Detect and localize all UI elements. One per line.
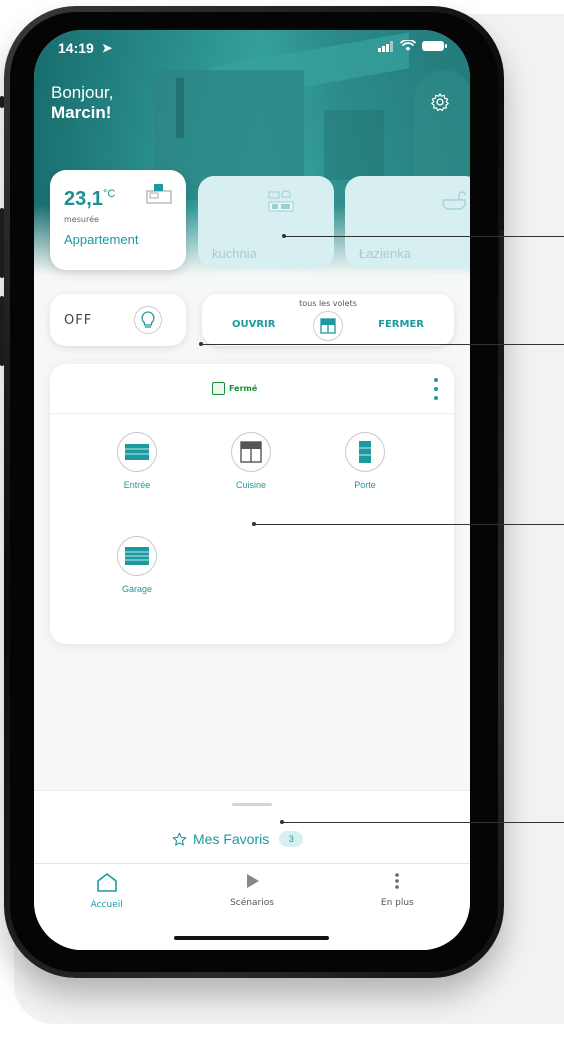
device-entree[interactable]: Entrée xyxy=(92,432,182,490)
status-time: 14:19 xyxy=(58,40,94,56)
callout-line xyxy=(254,524,564,525)
drag-handle[interactable] xyxy=(232,803,272,806)
device-cuisine[interactable]: Cuisine xyxy=(206,432,296,490)
favorites-count-badge: 3 xyxy=(279,831,304,847)
device-label: Entrée xyxy=(123,480,151,490)
tab-en-plus[interactable]: En plus xyxy=(325,864,470,923)
tv-icon xyxy=(146,184,172,204)
callout-line xyxy=(282,822,564,823)
kitchen-icon xyxy=(268,190,294,212)
favorites-label: Mes Favoris xyxy=(193,831,270,847)
mockup-canvas: 14:19 ➤ Bonjour, Marcin! 23,1°C mesurée … xyxy=(0,0,564,1052)
tab-label: En plus xyxy=(380,898,414,908)
closed-door-icon xyxy=(212,382,225,395)
shutters-control: tous les volets OUVRIR FERMER xyxy=(202,294,454,346)
shutter-icon xyxy=(313,311,343,341)
favorites-sheet: Mes Favoris 3 Accueil Scénarios En plus xyxy=(34,790,470,950)
mute-switch xyxy=(0,96,4,108)
temperature-value: 23,1 xyxy=(64,188,103,210)
wifi-icon xyxy=(400,40,416,51)
status-bar: 14:19 ➤ xyxy=(58,40,448,60)
tab-label: Accueil xyxy=(90,900,123,910)
garage-door-icon xyxy=(117,536,157,576)
temperature-sublabel: mesurée xyxy=(64,215,99,224)
tab-scenarios[interactable]: Scénarios xyxy=(179,864,324,923)
shutters-title: tous les volets xyxy=(299,299,357,308)
battery-icon xyxy=(422,41,447,51)
more-options-icon[interactable] xyxy=(434,378,438,400)
location-arrow-icon: ➤ xyxy=(102,41,113,55)
power-button xyxy=(500,230,504,340)
device-group-card: Fermé Entrée Cuisine Porte Garage xyxy=(50,364,454,644)
star-icon xyxy=(172,832,187,846)
window-icon xyxy=(231,432,271,472)
home-icon xyxy=(96,873,117,892)
room-card-kuchnia[interactable]: kuchnia xyxy=(198,176,334,268)
device-porte[interactable]: Porte xyxy=(320,432,410,490)
user-name: Marcin! xyxy=(51,103,112,122)
tree xyxy=(414,70,470,190)
gate-icon xyxy=(117,432,157,472)
open-all-button[interactable]: OUVRIR xyxy=(232,319,275,330)
tab-label: Scénarios xyxy=(230,898,274,908)
room-card-lazienka[interactable]: Łazienka xyxy=(345,176,470,268)
volume-down-button xyxy=(0,296,4,366)
status-badge: Fermé xyxy=(212,382,257,395)
more-vertical-icon xyxy=(395,873,400,889)
temperature-readout: 23,1°C xyxy=(64,188,115,211)
device-group-header: Fermé xyxy=(50,364,454,414)
house-window xyxy=(324,110,384,180)
device-label: Cuisine xyxy=(235,480,266,490)
room-card-appartement[interactable]: 23,1°C mesurée Appartement xyxy=(50,170,186,270)
temperature-unit: °C xyxy=(102,188,116,200)
close-all-button[interactable]: FERMER xyxy=(378,319,424,330)
tab-accueil[interactable]: Accueil xyxy=(34,864,179,923)
signal-icon xyxy=(378,40,393,52)
room-name: Appartement xyxy=(64,232,139,247)
play-icon xyxy=(246,874,259,888)
greeting-text: Bonjour, xyxy=(51,83,114,102)
device-label: Porte xyxy=(354,480,376,490)
volume-up-button xyxy=(0,208,4,278)
status-label: Fermé xyxy=(229,384,258,393)
favorites-button[interactable]: Mes Favoris 3 xyxy=(172,831,304,847)
room-name: Łazienka xyxy=(359,246,412,261)
callout-line xyxy=(201,344,564,345)
lights-toggle[interactable]: OFF xyxy=(50,294,186,346)
house-window xyxy=(176,78,184,138)
bathtub-icon xyxy=(442,191,466,210)
status-icons xyxy=(378,40,448,52)
app-screen: 14:19 ➤ Bonjour, Marcin! 23,1°C mesurée … xyxy=(34,30,470,950)
room-name: kuchnia xyxy=(212,246,257,261)
lights-state: OFF xyxy=(64,313,93,328)
home-indicator xyxy=(174,936,329,940)
lightbulb-icon xyxy=(134,306,162,334)
door-icon xyxy=(345,432,385,472)
gear-icon[interactable] xyxy=(430,92,450,112)
callout-line xyxy=(284,236,564,237)
greeting: Bonjour, Marcin! xyxy=(51,83,113,123)
tab-bar: Accueil Scénarios En plus xyxy=(34,863,470,923)
device-label: Garage xyxy=(121,584,153,594)
device-garage[interactable]: Garage xyxy=(92,536,182,594)
